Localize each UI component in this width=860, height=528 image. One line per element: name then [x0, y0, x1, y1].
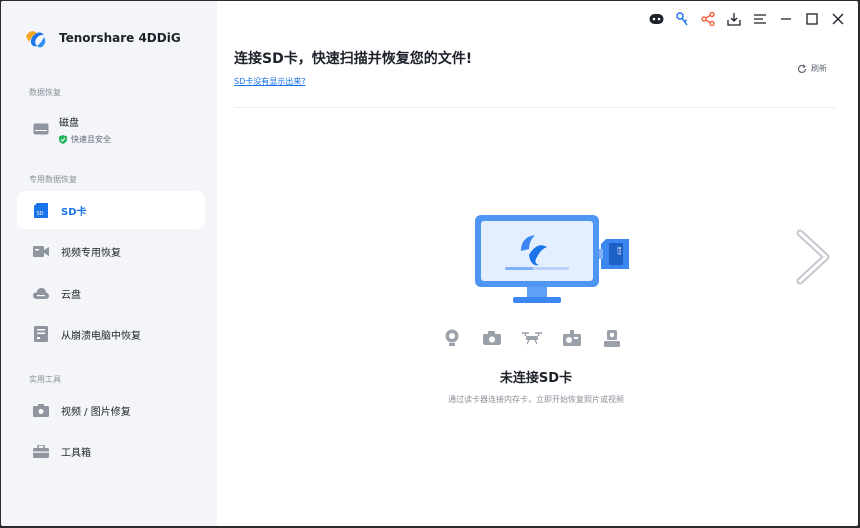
share-icon[interactable] — [700, 11, 716, 27]
sidebar-item-toolbox[interactable]: 工具箱 — [17, 432, 205, 470]
minimize-icon[interactable] — [778, 11, 794, 27]
sd-card-not-shown-link[interactable]: SD卡没有显示出来? — [234, 76, 305, 87]
section-special-recovery: 专用数据恢复 — [29, 175, 77, 184]
app-logo-icon — [26, 31, 46, 48]
crashed-pc-icon — [33, 326, 49, 342]
sidebar-item-sd-card[interactable]: SD SD卡 — [17, 191, 205, 229]
sd-card-icon: SD — [33, 202, 49, 218]
action-camera-icon — [562, 328, 582, 348]
sidebar-item-label: 工具箱 — [61, 447, 91, 459]
titlebar-controls — [648, 11, 846, 27]
sidebar-item-crashed-pc[interactable]: 从崩溃电脑中恢复 — [17, 315, 205, 353]
monitor-sd-card-illustration: 4GB — [475, 215, 629, 303]
sidebar-item-label: 从崩溃电脑中恢复 — [61, 330, 141, 342]
sidebar-item-label: 视频专用恢复 — [61, 247, 121, 259]
cloud-icon — [33, 286, 49, 300]
chat-bot-icon[interactable] — [648, 11, 664, 27]
photo-repair-icon — [33, 403, 49, 417]
sidebar: Tenorshare 4DDiG 数据恢复 磁盘 快速且安全 专用数据恢复 SD… — [1, 1, 217, 526]
refresh-icon — [797, 63, 807, 73]
video-camera-icon — [33, 244, 49, 258]
drone-icon — [522, 328, 542, 348]
section-data-recovery: 数据恢复 — [29, 88, 61, 97]
maximize-icon[interactable] — [804, 11, 820, 27]
sidebar-item-label: SD卡 — [61, 206, 87, 218]
toolbox-icon — [33, 444, 49, 458]
close-icon[interactable] — [830, 11, 846, 27]
dashcam-icon — [602, 328, 622, 348]
menu-icon[interactable] — [752, 11, 768, 27]
sidebar-item-video-recovery[interactable]: 视频专用恢复 — [17, 232, 205, 270]
sidebar-item-cloud[interactable]: 云盘 — [17, 274, 205, 312]
refresh-label: 刷新 — [811, 64, 827, 73]
svg-text:4GB: 4GB — [617, 246, 622, 255]
status-subtitle: 通过读卡器连接内存卡，立即开始恢复照片或视频 — [448, 395, 624, 404]
camera-icon — [482, 328, 502, 348]
divider — [234, 107, 836, 108]
app-name: Tenorshare 4DDiG — [59, 31, 181, 45]
status-title: 未连接SD卡 — [499, 371, 573, 386]
svg-text:SD: SD — [37, 211, 44, 217]
device-icons — [442, 328, 622, 348]
app-window: Tenorshare 4DDiG 数据恢复 磁盘 快速且安全 专用数据恢复 SD… — [1, 1, 858, 526]
chevron-right-icon[interactable] — [794, 229, 834, 285]
key-icon[interactable] — [674, 11, 690, 27]
sidebar-item-disk[interactable]: 磁盘 快速且安全 — [17, 104, 205, 154]
brand: Tenorshare 4DDiG — [23, 26, 181, 50]
refresh-button[interactable]: 刷新 — [797, 63, 827, 74]
page-title: 连接SD卡，快速扫描并恢复您的文件! — [234, 51, 473, 67]
shield-check-icon — [59, 135, 67, 144]
sidebar-item-label: 磁盘 — [59, 118, 79, 129]
disk-subtitle: 快速且安全 — [71, 135, 111, 144]
sidebar-item-label: 云盘 — [61, 289, 81, 301]
download-icon[interactable] — [726, 11, 742, 27]
webcam-icon — [442, 328, 462, 348]
hard-disk-icon — [33, 120, 49, 135]
